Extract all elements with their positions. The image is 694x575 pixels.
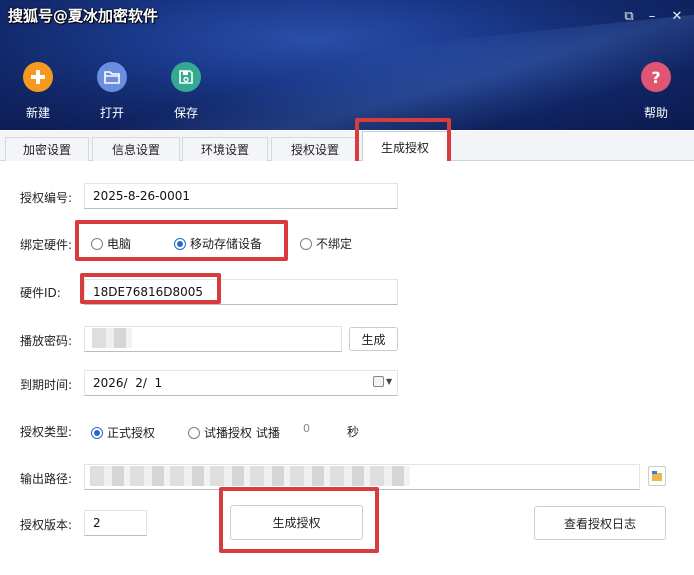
save-label: 保存 (173, 106, 198, 120)
bind-hardware-label: 绑定硬件: (20, 238, 73, 252)
new-button[interactable]: 新建 (13, 62, 63, 121)
restore-icon[interactable]: ⧉ (622, 9, 636, 24)
radio-trial-auth-label: 试播授权 试播 (204, 426, 280, 440)
generate-password-button[interactable]: 生成 (349, 327, 398, 351)
tab-auth-settings[interactable]: 授权设置 (271, 137, 359, 161)
password-blur (92, 328, 132, 348)
help-label: 帮助 (643, 106, 668, 120)
output-path-blur (90, 466, 410, 486)
highlight-generate-button (219, 487, 379, 553)
auth-type-label: 授权类型: (20, 425, 73, 439)
expire-date-value: 2026/ 2/ 1 (93, 376, 163, 390)
close-icon[interactable]: ✕ (670, 9, 684, 24)
open-button[interactable]: 打开 (87, 62, 137, 121)
expire-date-picker[interactable]: 2026/ 2/ 1 (84, 370, 398, 396)
save-button[interactable]: 保存 (161, 62, 211, 121)
watermark-text: 搜狐号@夏冰加密软件 (8, 7, 159, 25)
minimize-icon[interactable]: – (645, 9, 659, 24)
tab-bar: 加密设置 信息设置 环境设置 授权设置 生成授权 (0, 131, 694, 162)
auth-version-input[interactable]: 2 (84, 510, 147, 536)
radio-trial-auth[interactable]: 试播授权 试播 (188, 424, 280, 441)
help-icon: ? (641, 62, 671, 92)
highlight-hardware-id (80, 273, 221, 304)
new-label: 新建 (25, 106, 50, 120)
expire-label: 到期时间: (20, 378, 73, 392)
browse-folder-button[interactable] (648, 466, 666, 486)
radio-dot-selected (91, 426, 103, 439)
radio-dot (188, 426, 200, 439)
tab-info-settings[interactable]: 信息设置 (92, 137, 180, 161)
browse-icon (652, 471, 662, 481)
header-banner: 搜狐号@夏冰加密软件 ⧉ – ✕ 新建 打开 保存 ? 帮助 (0, 0, 694, 130)
radio-no-bind-label: 不绑定 (316, 237, 353, 251)
trial-seconds-value[interactable]: 0 (303, 422, 310, 435)
output-path-label: 输出路径: (20, 472, 73, 486)
auth-version-label: 授权版本: (20, 518, 73, 532)
play-password-label: 播放密码: (20, 334, 73, 348)
save-icon (171, 62, 201, 92)
plus-icon (23, 62, 53, 92)
highlight-tab (355, 118, 451, 165)
view-auth-log-button[interactable]: 查看授权日志 (534, 506, 666, 540)
tab-encrypt-settings[interactable]: 加密设置 (5, 137, 89, 161)
radio-formal-auth-label: 正式授权 (107, 426, 156, 440)
seconds-unit-label: 秒 (347, 425, 360, 439)
svg-text:?: ? (651, 68, 660, 86)
hardware-id-label: 硬件ID: (20, 286, 61, 300)
highlight-bind-options (75, 220, 288, 261)
auth-number-input[interactable]: 2025-8-26-0001 (84, 183, 398, 209)
dropdown-arrow-icon[interactable]: ▼ (386, 377, 392, 386)
radio-no-bind[interactable]: 不绑定 (300, 235, 352, 252)
help-button[interactable]: ? 帮助 (631, 62, 681, 121)
calendar-icon[interactable] (373, 376, 384, 387)
radio-dot (300, 237, 312, 250)
open-label: 打开 (99, 106, 124, 120)
radio-formal-auth[interactable]: 正式授权 (91, 424, 155, 441)
auth-number-label: 授权编号: (20, 191, 73, 205)
tab-env-settings[interactable]: 环境设置 (182, 137, 268, 161)
folder-icon (97, 62, 127, 92)
